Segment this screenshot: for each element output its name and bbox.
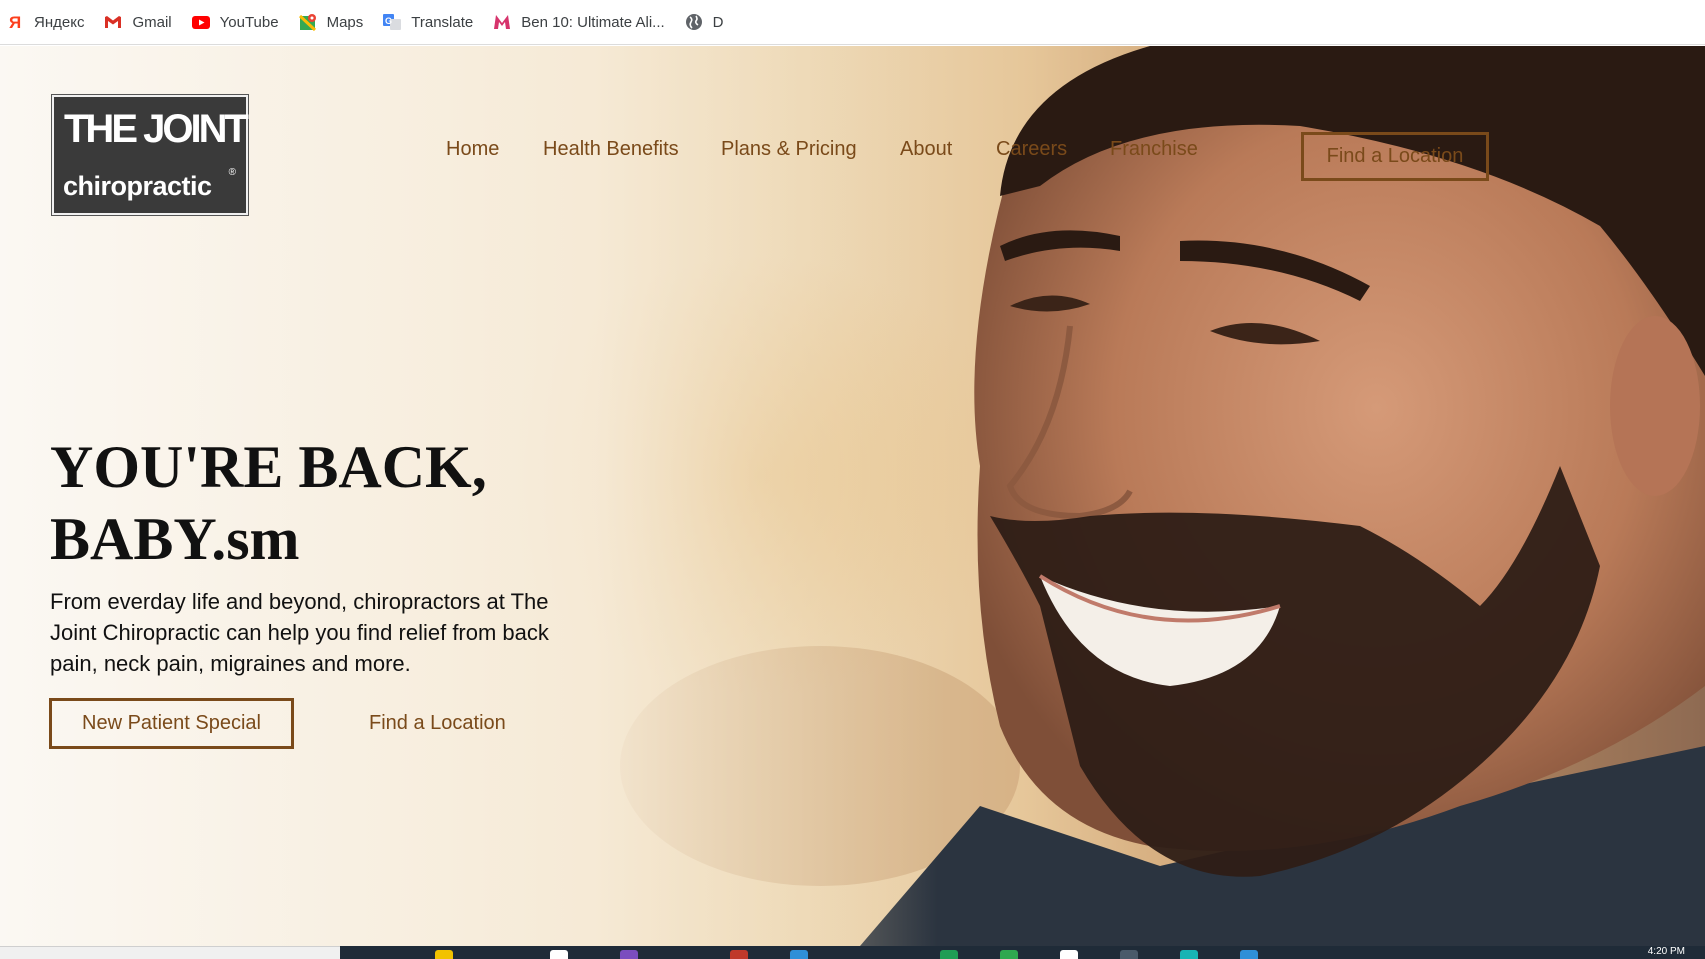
taskbar-search-area	[0, 946, 340, 959]
new-patient-special-button[interactable]: New Patient Special	[49, 698, 294, 749]
svg-text:G: G	[385, 16, 392, 26]
youtube-icon	[191, 13, 210, 31]
taskbar: 4:20 PM	[340, 946, 1705, 959]
find-location-button[interactable]: Find a Location	[1301, 132, 1489, 181]
taskbar-clock[interactable]: 4:20 PM	[1648, 946, 1685, 958]
bookmark-label: D	[712, 13, 724, 31]
gmail-icon	[104, 13, 122, 31]
hero-subtext: From everday life and beyond, chiropract…	[50, 589, 549, 676]
bookmark-label: YouTube	[219, 13, 279, 31]
bookmark-gmail[interactable]: Gmail	[104, 7, 181, 37]
app-taskbar-icon[interactable]	[1240, 950, 1258, 959]
bookmark-d[interactable]: D	[685, 7, 734, 37]
ben10-icon	[493, 13, 511, 31]
app-taskbar-icon[interactable]	[1120, 950, 1138, 959]
excel-taskbar-icon[interactable]	[1000, 950, 1018, 959]
logo-line2: chiropractic	[63, 171, 212, 201]
app-taskbar-icon[interactable]	[620, 950, 638, 959]
app-taskbar-icon[interactable]	[1180, 950, 1198, 959]
find-location-link[interactable]: Find a Location	[369, 708, 506, 738]
bookmark-label: Gmail	[132, 13, 172, 31]
bookmark-label: Ben 10: Ultimate Ali...	[521, 13, 665, 31]
bookmark-youtube[interactable]: YouTube	[191, 7, 289, 37]
logo-registered-mark: ®	[228, 167, 236, 178]
yandex-icon: Я	[6, 13, 24, 31]
bookmark-maps[interactable]: Maps	[298, 7, 374, 37]
app-taskbar-icon[interactable]	[790, 950, 808, 959]
bookmarks-bar: Я Яндекс Gmail YouTube Maps G Translate …	[0, 0, 1705, 45]
nav-plans-pricing[interactable]: Plans & Pricing	[721, 134, 857, 164]
bookmark-translate[interactable]: G Translate	[383, 7, 483, 37]
svg-text:Я: Я	[9, 13, 21, 31]
globe-icon	[685, 13, 703, 31]
app-taskbar-icon[interactable]	[940, 950, 958, 959]
app-taskbar-icon[interactable]	[730, 950, 748, 959]
hero-section: THE JOINT chiropractic ® Home Health Ben…	[0, 46, 1705, 946]
site-logo[interactable]: THE JOINT chiropractic ®	[51, 94, 249, 216]
search-taskbar-icon[interactable]	[550, 950, 568, 959]
hero-headline-line2: BABY.sm	[50, 506, 300, 572]
nav-franchise[interactable]: Franchise	[1110, 134, 1198, 164]
nav-about[interactable]: About	[900, 134, 952, 164]
translate-icon: G	[383, 13, 402, 31]
app-taskbar-icon[interactable]	[1060, 950, 1078, 959]
nav-health-benefits[interactable]: Health Benefits	[543, 134, 679, 164]
chrome-taskbar-icon[interactable]	[435, 950, 453, 959]
bookmark-label: Яндекс	[34, 13, 85, 31]
maps-icon	[298, 13, 317, 31]
nav-careers[interactable]: Careers	[996, 134, 1067, 164]
bookmark-ben10[interactable]: Ben 10: Ultimate Ali...	[493, 7, 674, 37]
bookmark-yandex[interactable]: Я Яндекс	[6, 7, 94, 37]
bookmark-label: Translate	[411, 13, 474, 31]
hero-headline-line1: YOU'RE BACK,	[50, 434, 487, 500]
logo-line1: THE JOINT	[64, 107, 249, 151]
nav-home[interactable]: Home	[446, 134, 499, 164]
hero-headline: YOU'RE BACK, BABY.sm	[50, 431, 610, 575]
bookmark-label: Maps	[326, 13, 364, 31]
